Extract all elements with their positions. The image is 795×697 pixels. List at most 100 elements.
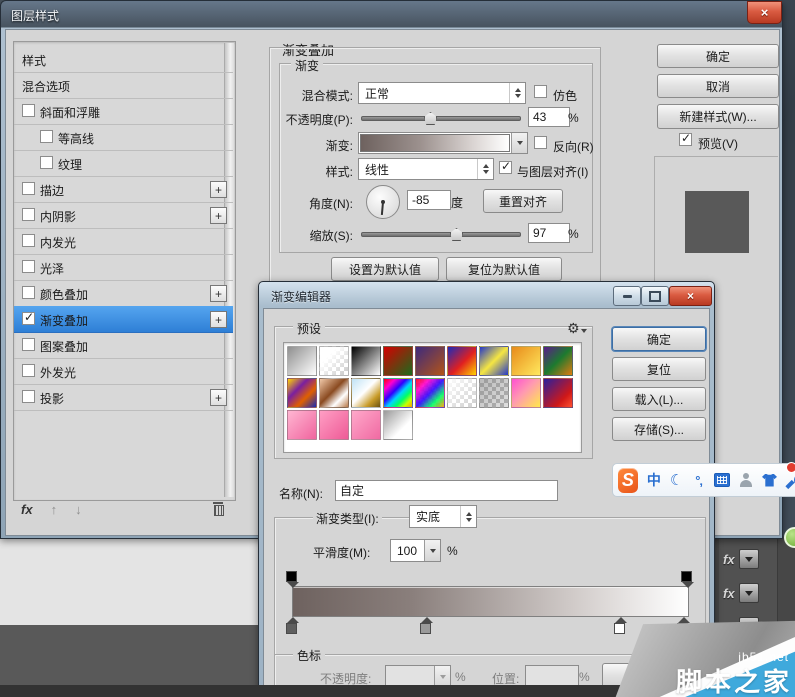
gradient-preset-swatch[interactable] [319, 378, 349, 408]
fx-dropdown-button[interactable] [739, 549, 759, 569]
sidebar-item-6[interactable]: 内阴影+ [14, 202, 233, 229]
fx-menu-button[interactable]: fx [21, 502, 33, 517]
gradient-preset-swatch[interactable] [447, 346, 477, 376]
gradient-preset-swatch[interactable] [447, 378, 477, 408]
skin-icon[interactable] [762, 474, 777, 487]
opacity-input[interactable]: 43 [528, 107, 570, 127]
style-enable-checkbox[interactable] [22, 312, 35, 325]
keyboard-icon[interactable] [714, 473, 730, 487]
gradient-preset-swatch[interactable] [287, 410, 317, 440]
sidebar-item-11[interactable]: 图案叠加 [14, 332, 233, 359]
style-enable-checkbox[interactable] [22, 208, 35, 221]
angle-input[interactable]: -85 [407, 190, 451, 210]
layer-fx-row[interactable]: fx [723, 548, 771, 570]
duplicate-effect-button[interactable]: + [210, 311, 227, 328]
reset-default-button[interactable]: 复位为默认值 [446, 257, 562, 281]
gradient-preset-swatch[interactable] [287, 346, 317, 376]
scale-slider[interactable] [361, 232, 521, 237]
color-stop[interactable] [286, 617, 299, 634]
duplicate-effect-button[interactable]: + [210, 207, 227, 224]
sidebar-item-8[interactable]: 光泽 [14, 254, 233, 281]
sogou-logo-icon[interactable]: S [618, 468, 638, 493]
chevron-down-icon[interactable] [424, 540, 440, 561]
sidebar-item-0[interactable]: 样式 [14, 46, 233, 73]
layer-fx-row[interactable]: fx [723, 582, 771, 604]
cancel-button[interactable]: 取消 [657, 74, 779, 98]
move-up-icon[interactable]: ↑ [51, 502, 58, 517]
sidebar-item-4[interactable]: 纹理 [14, 150, 233, 177]
maximize-icon[interactable] [641, 286, 669, 306]
dither-checkbox[interactable] [534, 85, 547, 98]
gradient-preset-swatch[interactable] [543, 346, 573, 376]
style-enable-checkbox[interactable] [22, 234, 35, 247]
gradient-preset-swatch[interactable] [383, 346, 413, 376]
style-enable-checkbox[interactable] [22, 104, 35, 117]
duplicate-effect-button[interactable]: + [210, 181, 227, 198]
gradient-preset-swatch[interactable] [351, 346, 381, 376]
sidebar-item-5[interactable]: 描边+ [14, 176, 233, 203]
duplicate-effect-button[interactable]: + [210, 285, 227, 302]
gradient-type-select[interactable]: 实底 [409, 505, 477, 528]
close-icon[interactable]: × [669, 286, 712, 306]
sidebar-item-1[interactable]: 混合选项 [14, 72, 233, 99]
name-input[interactable]: 自定 [335, 480, 558, 501]
opacity-stop[interactable] [681, 571, 694, 588]
ok-button[interactable]: 确定 [612, 327, 706, 351]
preview-checkbox[interactable] [679, 133, 692, 146]
gradient-preset-swatch[interactable] [415, 346, 445, 376]
style-enable-checkbox[interactable] [40, 130, 53, 143]
style-enable-checkbox[interactable] [22, 182, 35, 195]
punctuation-icon[interactable]: °‚ [692, 472, 705, 488]
minimize-icon[interactable] [613, 286, 641, 306]
delete-effect-icon[interactable] [212, 502, 224, 515]
gradient-preset-swatch[interactable] [351, 410, 381, 440]
sidebar-item-3[interactable]: 等高线 [14, 124, 233, 151]
chevron-down-icon[interactable] [511, 133, 527, 153]
style-enable-checkbox[interactable] [22, 260, 35, 273]
fx-dropdown-button[interactable] [739, 583, 759, 603]
gradient-preset-swatch[interactable] [479, 378, 509, 408]
reset-button[interactable]: 复位 [612, 357, 706, 381]
gear-icon[interactable]: ⚙ [567, 320, 587, 337]
smoothness-combo[interactable]: 100 [390, 539, 441, 562]
stop-position-input[interactable] [525, 665, 579, 686]
gradient-preset-swatch[interactable] [319, 410, 349, 440]
save-button[interactable]: 存储(S)... [612, 417, 706, 441]
style-enable-checkbox[interactable] [40, 156, 53, 169]
gradient-preset-swatch[interactable] [511, 346, 541, 376]
style-enable-checkbox[interactable] [22, 364, 35, 377]
wrench-icon[interactable] [786, 473, 795, 488]
align-with-layer-checkbox[interactable] [499, 161, 512, 174]
close-icon[interactable]: × [747, 1, 782, 24]
chinese-mode-icon[interactable]: 中 [647, 472, 661, 488]
blend-mode-select[interactable]: 正常 [358, 82, 526, 104]
style-enable-checkbox[interactable] [22, 338, 35, 351]
gradient-preset-swatch[interactable] [351, 378, 381, 408]
sidebar-item-13[interactable]: 投影+ [14, 384, 233, 411]
style-enable-checkbox[interactable] [22, 390, 35, 403]
opacity-slider[interactable] [361, 116, 521, 121]
duplicate-effect-button[interactable]: + [210, 389, 227, 406]
gradient-picker[interactable] [358, 132, 528, 154]
gradient-preset-swatch[interactable] [511, 378, 541, 408]
gradient-preset-swatch[interactable] [479, 346, 509, 376]
sidebar-item-2[interactable]: 斜面和浮雕 [14, 98, 233, 125]
sidebar-item-7[interactable]: 内发光 [14, 228, 233, 255]
style-select[interactable]: 线性 [358, 158, 494, 180]
gradient-preset-swatch[interactable] [383, 378, 413, 408]
opacity-stop[interactable] [286, 571, 299, 588]
gradient-bar[interactable] [292, 586, 689, 617]
gradient-preset-swatch[interactable] [415, 378, 445, 408]
load-button[interactable]: 载入(L)... [612, 387, 706, 411]
angle-dial[interactable] [366, 185, 400, 219]
ok-button[interactable]: 确定 [657, 44, 779, 68]
new-style-button[interactable]: 新建样式(W)... [657, 104, 779, 129]
gradient-preset-swatch[interactable] [383, 410, 413, 440]
reverse-checkbox[interactable] [534, 136, 547, 149]
chevron-down-icon[interactable] [434, 666, 450, 687]
sidebar-item-12[interactable]: 外发光 [14, 358, 233, 385]
gradient-preset-swatch[interactable] [287, 378, 317, 408]
reset-align-button[interactable]: 重置对齐 [483, 189, 563, 213]
sidebar-item-10[interactable]: 渐变叠加+ [14, 306, 233, 333]
moon-icon[interactable]: ☾ [670, 472, 683, 488]
